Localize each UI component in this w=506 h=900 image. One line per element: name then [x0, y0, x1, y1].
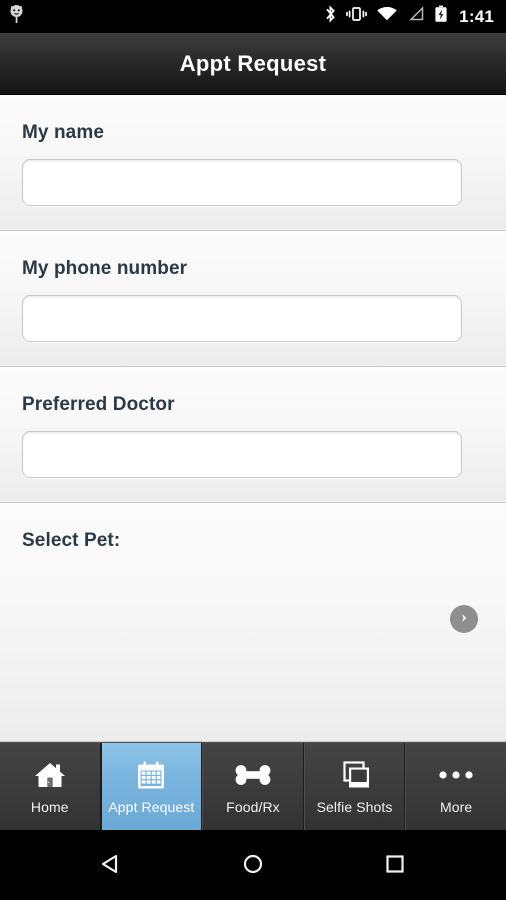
nav-home-button[interactable] [223, 842, 283, 888]
my-name-input[interactable] [22, 159, 462, 206]
phone-screen: 1:41 Appt Request My name My phone numbe… [0, 0, 506, 900]
nav-recents-button[interactable] [365, 842, 425, 888]
label-preferred-doctor: Preferred Doctor [22, 394, 175, 415]
vibrate-icon [346, 4, 368, 29]
ellipsis-icon [437, 758, 475, 792]
bottom-tab-bar: Home Appt Request Food/Rx Selfie Shots M… [0, 742, 506, 830]
status-bar-notifications [8, 4, 25, 29]
status-bar-system-icons: 1:41 [324, 4, 494, 29]
cellular-signal-icon [407, 4, 425, 29]
tab-label-appt-request: Appt Request [108, 799, 195, 815]
home-icon [33, 758, 67, 792]
pet-picker-area [22, 567, 484, 677]
label-select-pet: Select Pet: [22, 530, 121, 551]
calendar-icon [135, 758, 167, 792]
bone-icon [234, 758, 272, 792]
chevron-right-icon [457, 611, 471, 628]
label-my-phone-number: My phone number [22, 258, 188, 279]
field-group-preferred-doctor: Preferred Doctor [0, 367, 506, 503]
square-recents-icon [382, 851, 408, 880]
tab-label-selfie-shots: Selfie Shots [316, 799, 393, 815]
bluetooth-icon [324, 4, 337, 29]
page-title: Appt Request [179, 50, 327, 76]
preferred-doctor-input[interactable] [22, 431, 462, 478]
battery-charging-icon [434, 4, 448, 29]
status-bar-clock: 1:41 [459, 7, 494, 26]
photos-icon [339, 758, 371, 792]
tab-appt-request[interactable]: Appt Request [100, 743, 203, 830]
app-bar: Appt Request [0, 33, 506, 95]
tab-food-rx[interactable]: Food/Rx [202, 743, 304, 830]
tab-label-home: Home [30, 799, 69, 815]
field-group-my-phone-number: My phone number [0, 231, 506, 367]
wifi-icon [376, 4, 398, 29]
field-group-my-name: My name [0, 95, 506, 231]
nav-back-button[interactable] [81, 842, 141, 888]
triangle-back-icon [98, 851, 124, 880]
my-phone-number-input[interactable] [22, 295, 462, 342]
next-pet-button[interactable] [450, 605, 478, 633]
android-nav-bar [0, 830, 506, 900]
tab-home[interactable]: Home [0, 743, 101, 830]
tab-selfie-shots[interactable]: Selfie Shots [303, 743, 406, 830]
status-bar: 1:41 [0, 0, 506, 33]
tab-more[interactable]: More [405, 743, 506, 830]
field-group-select-pet: Select Pet: [0, 503, 506, 742]
circle-home-icon [240, 851, 266, 880]
form-content: My name My phone number Preferred Doctor… [0, 95, 506, 742]
tab-label-food-rx: Food/Rx [226, 799, 280, 815]
tab-label-more: More [440, 799, 473, 815]
pet-face-icon [8, 4, 25, 29]
label-my-name: My name [22, 122, 105, 143]
